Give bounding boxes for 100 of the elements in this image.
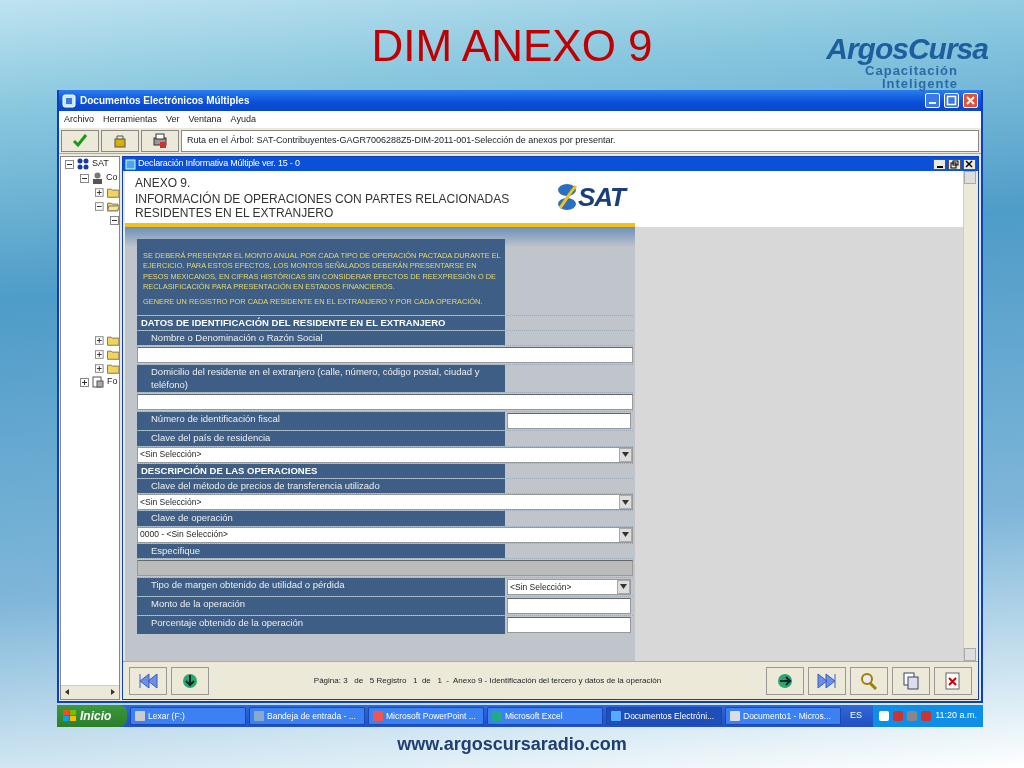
input-field[interactable] xyxy=(507,597,631,614)
menu-item[interactable]: Herramientas xyxy=(103,112,158,127)
copy-button[interactable] xyxy=(892,666,930,695)
print-button[interactable] xyxy=(141,129,179,152)
search-button[interactable] xyxy=(850,666,888,695)
person-icon xyxy=(92,172,103,184)
folder-icon xyxy=(106,348,119,360)
expand-icon[interactable] xyxy=(95,187,104,197)
section-heading: DESCRIPCIÓN DE LAS OPERACIONES xyxy=(137,463,505,478)
expand-icon[interactable] xyxy=(95,335,104,345)
app-icon xyxy=(62,93,76,108)
expand-icon[interactable] xyxy=(95,363,104,373)
folder-icon xyxy=(106,186,119,198)
footer-url: www.argoscursaradio.com xyxy=(396,733,628,756)
slide-title: DIM ANEXO 9 xyxy=(370,24,654,68)
input-field[interactable] xyxy=(507,616,631,633)
maximize-button[interactable] xyxy=(944,93,959,108)
dropdown[interactable]: <Sin Selección> xyxy=(137,494,633,511)
next-button[interactable] xyxy=(766,666,804,695)
app-icon xyxy=(125,158,136,170)
dropdown[interactable]: 0000 - <Sin Selección> xyxy=(137,526,633,543)
close-icon xyxy=(964,94,977,107)
expand-icon[interactable] xyxy=(95,349,104,359)
collapse-icon[interactable] xyxy=(65,159,74,169)
close-icon xyxy=(964,159,975,169)
first-page-button[interactable] xyxy=(129,666,167,695)
app-icon xyxy=(254,711,264,721)
field-label: Clave de operación xyxy=(137,511,505,526)
windows-logo-icon xyxy=(63,710,77,722)
close-document-button[interactable] xyxy=(934,666,972,695)
menu-item[interactable]: Ayuda xyxy=(230,112,256,127)
form-subheading: INFORMACIÓN DE OPERACIONES CON PARTES RELACIONADAS RESIDENTES EN EL EXTRANJERO xyxy=(135,191,511,221)
app-icon xyxy=(373,711,383,721)
horizontal-scrollbar[interactable] xyxy=(61,685,119,699)
dropdown-arrow-icon[interactable] xyxy=(622,452,629,457)
taskbar-button[interactable]: Documento1 - Micros... xyxy=(725,707,841,725)
search-icon xyxy=(858,670,880,691)
minimize-icon xyxy=(936,165,943,168)
collapse-icon[interactable] xyxy=(110,215,119,225)
taskbar-button[interactable]: Lexar (F:) xyxy=(130,707,246,725)
input-field[interactable] xyxy=(137,347,633,364)
section-heading: DATOS DE IDENTIFICACIÓN DEL RESIDENTE EN EL EXTRANJERO xyxy=(137,315,505,331)
start-button[interactable]: Inicio xyxy=(57,705,127,727)
input-field[interactable] xyxy=(137,394,633,411)
first-page-icon xyxy=(137,670,159,691)
dropdown[interactable]: <Sin Selección> xyxy=(507,578,631,595)
window-title: Documentos Electrónicos Múltiples xyxy=(80,94,251,108)
language-indicator[interactable]: ES xyxy=(850,709,862,723)
expand-icon[interactable] xyxy=(80,377,89,387)
field-label: Domicilio del residente en el extranjero (calle, número, código postal, ciudad y teléfono) xyxy=(137,365,505,393)
previous-button[interactable] xyxy=(171,666,209,695)
field-label: Monto de la operación xyxy=(137,596,505,615)
menu-item[interactable]: Ver xyxy=(166,112,180,127)
close-button[interactable] xyxy=(963,158,976,170)
clock: 11:20 a.m. xyxy=(935,709,977,723)
input-field[interactable] xyxy=(507,413,631,430)
folder-icon xyxy=(106,362,119,374)
dropdown[interactable]: <Sin Selección> xyxy=(137,446,633,463)
taskbar-button[interactable]: Bandeja de entrada - ... xyxy=(249,707,365,725)
child-window-title: Declaración Informativa Múltiple ver. 15 - 0 xyxy=(138,157,301,171)
dropdown-arrow-icon[interactable] xyxy=(620,584,627,590)
app-icon xyxy=(611,711,621,721)
tray-icon[interactable] xyxy=(879,711,890,721)
print-icon xyxy=(151,131,169,150)
field-label: Número de identificación fiscal xyxy=(137,412,505,431)
page-status: Página: 3 de 5 Registro 1 de 1 - Anexo 9 - Identificación del tercero y datos de la operación xyxy=(312,674,663,687)
dropdown-arrow-icon[interactable] xyxy=(622,499,629,505)
restore-button[interactable] xyxy=(948,158,961,170)
logo-tagline: Inteligente xyxy=(882,77,958,90)
menu-item[interactable]: Archivo xyxy=(64,112,94,127)
check-icon xyxy=(71,131,89,150)
grid-icon xyxy=(77,158,89,170)
tree-label[interactable]: SAT xyxy=(92,157,109,171)
field-label: Nombre o Denominación o Razón Social xyxy=(137,331,505,346)
open-folder-icon xyxy=(106,200,119,212)
check-button[interactable] xyxy=(61,129,99,152)
path-field: Ruta en el Árbol: SAT-Contribuyentes-GAGR7006288Z5-DIM-2011-001-Selección de anexos por presentar. xyxy=(181,129,979,152)
folder-icon xyxy=(106,334,119,346)
minimize-button[interactable] xyxy=(933,158,946,170)
taskbar-button[interactable]: Microsoft Excel xyxy=(487,707,603,725)
taskbar-button[interactable]: Documentos Electróni... xyxy=(606,707,722,725)
swirl-icon xyxy=(555,182,578,212)
lock-button[interactable] xyxy=(101,129,139,152)
app-icon xyxy=(730,711,740,721)
tree-label[interactable]: Fo xyxy=(107,375,118,389)
maximize-icon xyxy=(945,94,958,107)
taskbar-button[interactable]: Microsoft PowerPoint ... xyxy=(368,707,484,725)
menu-item[interactable]: Ventana xyxy=(188,112,222,127)
last-page-button[interactable] xyxy=(808,666,846,695)
collapse-icon[interactable] xyxy=(95,201,104,211)
field-label: Tipo de margen obtenido de utilidad o pérdida xyxy=(137,577,505,596)
minimize-icon xyxy=(929,102,936,104)
dropdown-arrow-icon[interactable] xyxy=(622,532,629,538)
vertical-scrollbar[interactable] xyxy=(963,171,976,661)
copy-icon xyxy=(900,670,922,691)
tree-label[interactable]: Co xyxy=(106,171,118,185)
last-page-icon xyxy=(816,670,838,691)
field-label: Porcentaje obtenido de la operación xyxy=(137,615,505,634)
field-label: Clave del método de precios de transferencia utilizado xyxy=(137,478,505,494)
collapse-icon[interactable] xyxy=(80,173,89,183)
